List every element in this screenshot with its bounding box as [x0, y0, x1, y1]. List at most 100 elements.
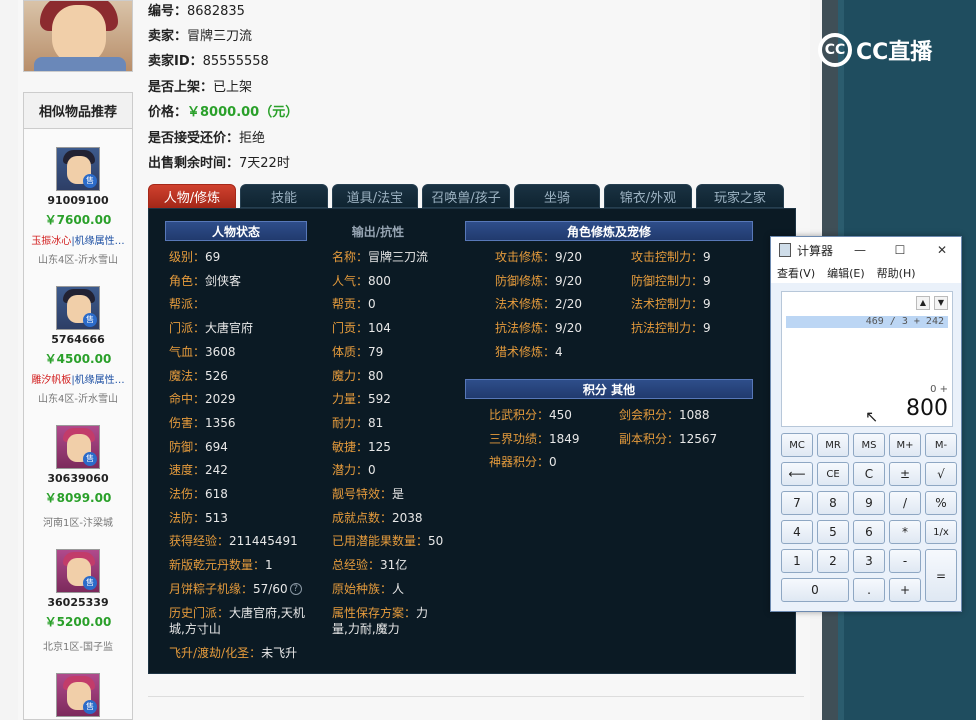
stat-mid-11: 成就点数：2038 — [332, 510, 423, 525]
help-icon[interactable]: ? — [289, 583, 302, 596]
digit-0-button[interactable]: 0 — [781, 578, 849, 602]
similar-item-thumbnail[interactable]: 售 — [56, 673, 100, 717]
equals-button[interactable]: = — [925, 549, 957, 602]
calculator-expression: 0 + — [930, 384, 948, 395]
m-plus-button[interactable]: M+ — [889, 433, 921, 457]
digit-6-button[interactable]: 6 — [853, 520, 885, 544]
sign-button[interactable]: ± — [889, 462, 921, 486]
stat-left-9: 速度：242 — [169, 463, 228, 478]
menu-help[interactable]: 帮助(H) — [877, 265, 916, 281]
stat-mid-10: 靓号特效：是 — [332, 487, 405, 501]
ce-button[interactable]: CE — [817, 462, 849, 486]
tab-character[interactable]: 人物/修炼 — [148, 184, 236, 208]
tab-pets[interactable]: 召唤兽/孩子 — [422, 184, 510, 208]
calculator-display: ▲ ▼ 469 / 3 + 242 0 + 800 ↖ — [781, 291, 953, 427]
cultivation-3: 抗法修炼：9/20 — [495, 321, 582, 336]
stat-left-4: 气血：3608 — [169, 344, 236, 359]
minus-button[interactable]: - — [889, 549, 921, 573]
stat-mid-7: 耐力：81 — [332, 415, 384, 430]
stat-left-11: 法防：513 — [169, 510, 228, 525]
mc-button[interactable]: MC — [781, 433, 813, 457]
similar-item[interactable]: 售 36025339 ￥5200.00 北京1区-国子监 — [24, 549, 132, 653]
calculator-titlebar[interactable]: 计算器 — ☐ ✕ — [771, 237, 961, 263]
control-3: 抗法控制力：9 — [631, 321, 711, 336]
tab-appearance[interactable]: 锦衣/外观 — [604, 184, 692, 208]
section-output[interactable]: 输出/抗性 — [307, 221, 449, 241]
digit-5-button[interactable]: 5 — [817, 520, 849, 544]
similar-item[interactable]: 售 5764666 ￥4500.00 雕汐帆板|机缘属性… 山东4区-沂水雪山 — [24, 286, 132, 405]
calculator-app-icon — [779, 243, 791, 257]
reciprocal-button[interactable]: 1/x — [925, 520, 957, 544]
minimize-icon[interactable]: — — [851, 241, 869, 259]
for-sale-badge-icon: 售 — [83, 174, 97, 188]
stat-mid-14: 原始种族：人 — [332, 581, 405, 596]
calculator-history[interactable]: 469 / 3 + 242 — [786, 316, 948, 328]
digit-9-button[interactable]: 9 — [853, 491, 885, 515]
stat-left-7: 伤害：1356 — [169, 415, 236, 430]
section-points: 积分 其他 — [465, 379, 753, 399]
character-avatar — [23, 0, 133, 72]
tab-mounts[interactable]: 坐骑 — [514, 184, 600, 208]
info-time-left: 出售剩余时间：7天22时 — [148, 156, 290, 171]
maximize-icon[interactable]: ☐ — [891, 241, 909, 259]
menu-view[interactable]: 查看(V) — [777, 265, 815, 281]
backspace-button[interactable]: ⟵ — [781, 462, 813, 486]
for-sale-badge-icon: 售 — [83, 452, 97, 466]
for-sale-badge-icon: 售 — [83, 700, 97, 714]
similar-item-thumbnail[interactable]: 售 — [56, 147, 100, 191]
divide-button[interactable]: / — [889, 491, 921, 515]
stat-left-2: 帮派： — [169, 297, 206, 312]
m-minus-button[interactable]: M- — [925, 433, 957, 457]
similar-item[interactable]: 售 91009100 ￥7600.00 玉振冰心|机缘属性… 山东4区-沂水雪山 — [24, 147, 132, 266]
info-listed: 是否上架：已上架 — [148, 80, 253, 95]
stat-left-3: 门派：大唐官府 — [169, 321, 254, 336]
history-down-icon[interactable]: ▼ — [934, 296, 948, 310]
stat-mid-12: 已用潜能果数量：50 — [332, 534, 444, 549]
tab-skills[interactable]: 技能 — [240, 184, 328, 208]
stat-mid-9: 潜力：0 — [332, 463, 376, 478]
stat-mid-4: 体质：79 — [332, 344, 384, 359]
decimal-button[interactable]: . — [853, 578, 885, 602]
clear-button[interactable]: C — [853, 462, 885, 486]
digit-7-button[interactable]: 7 — [781, 491, 813, 515]
close-icon[interactable]: ✕ — [933, 241, 951, 259]
control-2: 法术控制力：9 — [631, 297, 711, 312]
cultivation-0: 攻击修炼：9/20 — [495, 250, 582, 264]
sqrt-button[interactable]: √ — [925, 462, 957, 486]
ms-button[interactable]: MS — [853, 433, 885, 457]
stat-left-13: 新版乾元丹数量：1 — [169, 558, 273, 573]
menu-edit[interactable]: 编辑(E) — [827, 265, 865, 281]
history-up-icon[interactable]: ▲ — [916, 296, 930, 310]
info-seller: 卖家：冒牌三刀流 — [148, 29, 253, 44]
ascend-status: 飞升/渡劫/化圣：未飞升 — [169, 646, 298, 660]
digit-4-button[interactable]: 4 — [781, 520, 813, 544]
points-b-1: 副本积分：12567 — [619, 431, 718, 446]
cc-logo-text: CC直播 — [856, 40, 933, 65]
similar-item[interactable]: 售 30639060 ￥8099.00 河南1区-汴梁城 — [24, 425, 132, 529]
section-status[interactable]: 人物状态 — [165, 221, 307, 241]
tab-player-home[interactable]: 玩家之家 — [696, 184, 784, 208]
similar-item-thumbnail[interactable]: 售 — [56, 549, 100, 593]
similar-item-thumbnail[interactable]: 售 — [56, 286, 100, 330]
digit-3-button[interactable]: 3 — [853, 549, 885, 573]
section-cultivation: 角色修炼及宠修 — [465, 221, 753, 241]
for-sale-badge-icon: 售 — [83, 576, 97, 590]
digit-1-button[interactable]: 1 — [781, 549, 813, 573]
similar-item-thumbnail[interactable]: 售 — [56, 425, 100, 469]
mr-button[interactable]: MR — [817, 433, 849, 457]
digit-8-button[interactable]: 8 — [817, 491, 849, 515]
similar-items-title: 相似物品推荐 — [24, 93, 132, 129]
percent-button[interactable]: % — [925, 491, 957, 515]
stat-left-5: 魔法：526 — [169, 368, 228, 383]
plus-button[interactable]: + — [889, 578, 921, 602]
similar-item[interactable]: 售 — [24, 673, 132, 717]
calculator-window[interactable]: 计算器 — ☐ ✕ 查看(V) 编辑(E) 帮助(H) ▲ ▼ 469 / 3 +… — [770, 236, 962, 612]
tab-items[interactable]: 道具/法宝 — [332, 184, 418, 208]
points-2: 神器积分：0 — [489, 455, 557, 470]
multiply-button[interactable]: * — [889, 520, 921, 544]
stat-mid-2: 帮贡：0 — [332, 297, 376, 312]
stat-mid-13: 总经验：31亿 — [332, 558, 408, 573]
points-0: 比武积分：450 — [489, 408, 572, 422]
digit-2-button[interactable]: 2 — [817, 549, 849, 573]
stat-left-0: 级别：69 — [169, 250, 221, 264]
